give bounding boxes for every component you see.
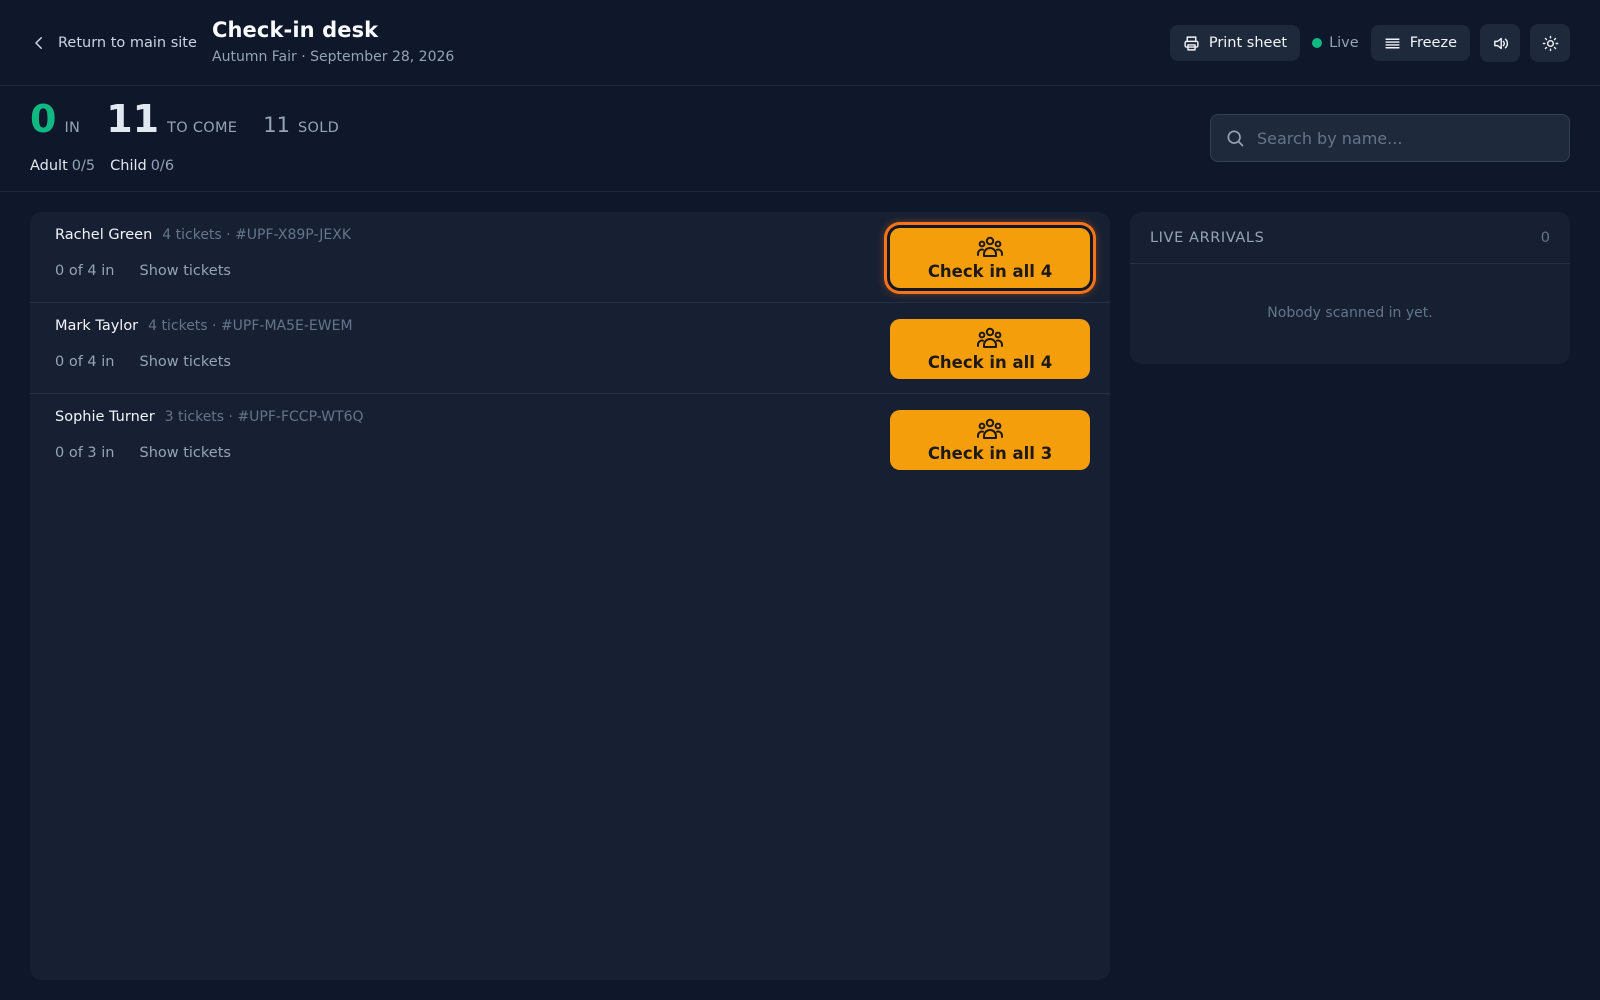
order-header: Sophie Turner 3 tickets · #UPF-FCCP-WT6Q: [55, 409, 364, 425]
order-status: 0 of 4 in Show tickets: [55, 354, 231, 370]
live-status: Live: [1310, 35, 1361, 51]
event-subtitle: Autumn Fair · September 28, 2026: [212, 49, 455, 65]
header-actions: Print sheet Live Freeze: [1169, 24, 1570, 62]
title-block: Check-in desk Autumn Fair · September 28…: [212, 18, 454, 65]
order-status: 0 of 4 in Show tickets: [55, 263, 231, 279]
attendee-name: Sophie Turner: [55, 409, 155, 425]
order-header: Mark Taylor 4 tickets · #UPF-MA5E-EWEM: [55, 318, 353, 334]
print-sheet-label: Print sheet: [1208, 35, 1288, 51]
breakdown-value: 0/5: [71, 158, 96, 174]
check-in-all-button[interactable]: Check in all 4: [890, 228, 1090, 288]
freeze-button[interactable]: Freeze: [1370, 25, 1470, 61]
checked-in-progress: 0 of 3 in: [55, 445, 115, 461]
sold-label: SOLD: [298, 120, 340, 136]
attendee-name: Mark Taylor: [55, 318, 139, 334]
stat-counts: 0 IN 11 TO COME 11 SOLD: [30, 100, 339, 138]
live-status-dot: [1312, 38, 1323, 48]
order-row: Sophie Turner 3 tickets · #UPF-FCCP-WT6Q…: [30, 394, 1110, 485]
breakdown-label: Adult: [30, 158, 68, 174]
live-arrivals-header: LIVE ARRIVALS 0: [1130, 212, 1570, 264]
order-row: Rachel Green 4 tickets · #UPF-X89P-JEXK …: [30, 212, 1110, 303]
list-icon: [1385, 38, 1400, 48]
live-status-label: Live: [1329, 35, 1359, 51]
printer-icon: [1184, 35, 1199, 51]
breakdown-adult: Adult 0/5: [30, 158, 95, 174]
theme-toggle-button[interactable]: [1530, 24, 1570, 62]
order-meta: 4 tickets · #UPF-X89P-JEXK: [162, 227, 352, 243]
check-in-all-button[interactable]: Check in all 4: [890, 319, 1090, 379]
breakdown-child: Child 0/6: [110, 158, 174, 174]
live-arrivals-count: 0: [1540, 229, 1550, 246]
search-box[interactable]: [1210, 114, 1570, 162]
check-in-all-label: Check in all 4: [927, 262, 1053, 281]
return-to-main-site-link[interactable]: Return to main site: [30, 31, 197, 55]
breakdown-label: Child: [110, 158, 147, 174]
search-icon: [1227, 130, 1244, 147]
show-tickets-link[interactable]: Show tickets: [139, 354, 230, 370]
speaker-icon: [1493, 37, 1508, 49]
order-status: 0 of 3 in Show tickets: [55, 445, 231, 461]
order-meta: 4 tickets · #UPF-MA5E-EWEM: [148, 318, 353, 334]
ticket-type-breakdown: Adult 0/5 Child 0/6: [30, 158, 174, 174]
checked-in-count: 0: [30, 97, 57, 141]
to-come-count: 11: [106, 97, 160, 141]
sun-icon: [1542, 35, 1558, 51]
live-arrivals-panel: LIVE ARRIVALS 0 Nobody scanned in yet.: [1130, 212, 1570, 364]
checked-in-progress: 0 of 4 in: [55, 263, 115, 279]
attendee-name: Rachel Green: [55, 227, 153, 243]
chevron-left-icon: [35, 37, 42, 49]
stats-bar: 0 IN 11 TO COME 11 SOLD Adult 0/5 Child 0/…: [0, 86, 1600, 192]
sold-count: 11: [263, 113, 291, 137]
sound-toggle-button[interactable]: [1480, 24, 1520, 62]
return-link-label: Return to main site: [58, 35, 197, 51]
orders-list: Rachel Green 4 tickets · #UPF-X89P-JEXK …: [30, 212, 1110, 980]
group-icon: [977, 418, 1003, 439]
page-title: Check-in desk: [212, 18, 379, 42]
order-meta: 3 tickets · #UPF-FCCP-WT6Q: [164, 409, 364, 425]
show-tickets-link[interactable]: Show tickets: [139, 263, 230, 279]
checked-in-label: IN: [64, 120, 81, 136]
show-tickets-link[interactable]: Show tickets: [139, 445, 230, 461]
order-row: Mark Taylor 4 tickets · #UPF-MA5E-EWEM 0…: [30, 303, 1110, 394]
check-in-all-label: Check in all 4: [927, 353, 1053, 372]
group-icon: [977, 327, 1003, 348]
to-come-label: TO COME: [167, 120, 238, 136]
order-header: Rachel Green 4 tickets · #UPF-X89P-JEXK: [55, 227, 351, 243]
live-arrivals-empty-state: Nobody scanned in yet.: [1267, 305, 1433, 321]
check-in-all-label: Check in all 3: [927, 444, 1053, 463]
top-bar: Return to main site Check-in desk Autumn…: [0, 0, 1600, 86]
breakdown-value: 0/6: [150, 158, 175, 174]
check-in-all-button[interactable]: Check in all 3: [890, 410, 1090, 470]
print-sheet-button[interactable]: Print sheet: [1169, 25, 1301, 61]
live-arrivals-title: LIVE ARRIVALS: [1150, 229, 1265, 246]
freeze-label: Freeze: [1409, 35, 1457, 51]
group-icon: [977, 236, 1003, 257]
search-input[interactable]: [1257, 128, 1547, 148]
checked-in-progress: 0 of 4 in: [55, 354, 115, 370]
